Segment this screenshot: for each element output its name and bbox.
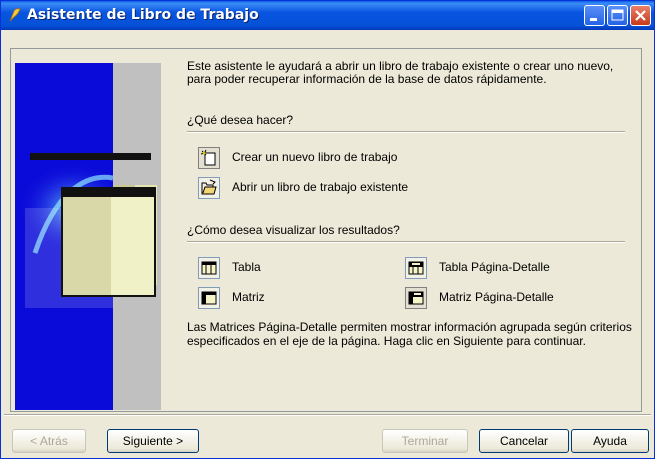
master-detail-table-icon <box>408 261 424 275</box>
title-bar[interactable]: Asistente de Libro de Trabajo <box>1 1 654 30</box>
open-workbook-label: Abrir un libro de trabajo existente <box>232 180 409 194</box>
master-detail-table-button[interactable] <box>405 257 427 279</box>
matrix-view-button[interactable] <box>198 287 220 309</box>
back-button[interactable]: < Atrás <box>12 429 86 453</box>
help-button[interactable]: Ayuda <box>571 429 649 453</box>
open-workbook-button[interactable] <box>198 177 220 199</box>
button-bar-separator <box>4 414 651 416</box>
action-separator <box>187 131 625 133</box>
table-view-button[interactable] <box>198 257 220 279</box>
master-detail-matrix-icon <box>408 291 424 305</box>
matrix-view-label: Matriz <box>232 290 265 304</box>
master-detail-table-label: Tabla Página-Detalle <box>439 260 550 274</box>
new-workbook-label: Crear un nuevo libro de trabajo <box>232 150 398 164</box>
master-detail-matrix-button[interactable] <box>405 287 427 309</box>
new-workbook-button[interactable] <box>198 147 220 169</box>
finish-button[interactable]: Terminar <box>382 429 468 453</box>
action-section-label: ¿Qué desea hacer? <box>187 113 294 127</box>
close-icon <box>635 10 646 21</box>
spreadsheet-header <box>63 189 154 197</box>
spreadsheet-graphic <box>61 187 156 297</box>
window-title: Asistente de Libro de Trabajo <box>27 7 259 23</box>
matrix-icon <box>201 291 217 305</box>
close-button[interactable] <box>630 5 651 26</box>
cancel-button[interactable]: Cancelar <box>479 429 569 453</box>
wizard-window: Asistente de Libro de Trabajo Este asist… <box>0 0 655 459</box>
maximize-icon <box>611 9 624 21</box>
master-detail-matrix-label: Matriz Página-Detalle <box>439 290 554 304</box>
minimize-icon <box>590 18 597 21</box>
info-note: Las Matrices Página-Detalle permiten mos… <box>187 320 632 348</box>
table-icon <box>201 261 217 275</box>
new-workbook-icon <box>200 149 216 166</box>
wizard-body: Este asistente le ayudará a abrir un lib… <box>1 30 654 458</box>
table-view-label: Tabla <box>232 260 261 274</box>
intro-text: Este asistente le ayudará a abrir un lib… <box>187 59 614 86</box>
spreadsheet-column <box>111 197 154 295</box>
view-separator <box>187 241 625 243</box>
minimize-button[interactable] <box>584 5 605 26</box>
open-folder-icon <box>201 179 217 195</box>
view-section-label: ¿Cómo desea visualizar los resultados? <box>187 223 400 237</box>
next-button[interactable]: Siguiente > <box>107 429 199 453</box>
app-icon <box>9 8 21 22</box>
maximize-button[interactable] <box>607 5 628 26</box>
